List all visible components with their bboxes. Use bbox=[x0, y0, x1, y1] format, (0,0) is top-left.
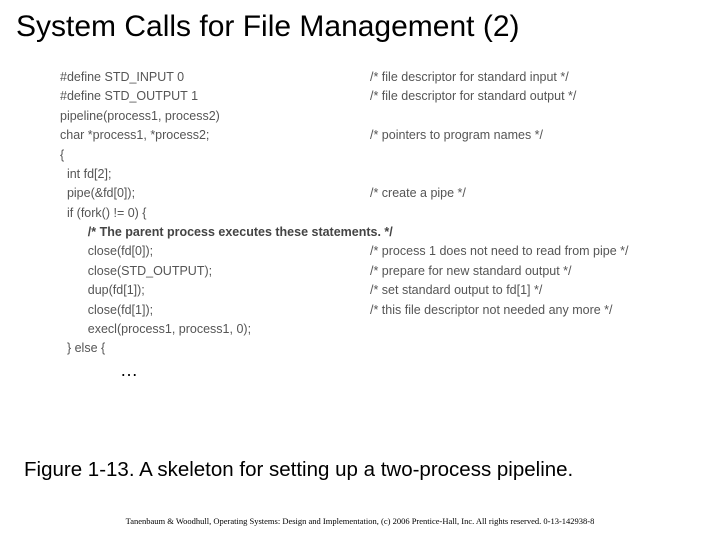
code-comment bbox=[370, 339, 680, 358]
code-text: #define STD_INPUT 0 bbox=[60, 68, 370, 87]
code-comment: /* this file descriptor not needed any m… bbox=[370, 301, 680, 320]
code-text: close(fd[1]); bbox=[60, 301, 370, 320]
code-line: dup(fd[1]);/* set standard output to fd[… bbox=[60, 281, 680, 300]
code-line: pipe(&fd[0]);/* create a pipe */ bbox=[60, 184, 680, 203]
code-text: close(fd[0]); bbox=[60, 242, 370, 261]
code-comment bbox=[370, 107, 680, 126]
code-comment bbox=[370, 204, 680, 223]
code-comment: /* create a pipe */ bbox=[370, 184, 680, 203]
ellipsis: … bbox=[60, 357, 680, 385]
code-text: pipeline(process1, process2) bbox=[60, 107, 370, 126]
code-listing: #define STD_INPUT 0/* file descriptor fo… bbox=[0, 50, 720, 385]
code-line: #define STD_OUTPUT 1/* file descriptor f… bbox=[60, 87, 680, 106]
code-line: #define STD_INPUT 0/* file descriptor fo… bbox=[60, 68, 680, 87]
code-line: execl(process1, process1, 0); bbox=[60, 320, 680, 339]
code-line: int fd[2]; bbox=[60, 165, 680, 184]
code-text: execl(process1, process1, 0); bbox=[60, 320, 370, 339]
code-line: close(STD_OUTPUT);/* prepare for new sta… bbox=[60, 262, 680, 281]
code-text: dup(fd[1]); bbox=[60, 281, 370, 300]
code-comment bbox=[370, 146, 680, 165]
code-text: /* The parent process executes these sta… bbox=[60, 223, 393, 242]
code-comment: /* file descriptor for standard input */ bbox=[370, 68, 680, 87]
code-text: #define STD_OUTPUT 1 bbox=[60, 87, 370, 106]
code-line: close(fd[1]);/* this file descriptor not… bbox=[60, 301, 680, 320]
code-comment: /* process 1 does not need to read from … bbox=[370, 242, 680, 261]
slide-title: System Calls for File Management (2) bbox=[0, 0, 720, 50]
code-text: close(STD_OUTPUT); bbox=[60, 262, 370, 281]
code-text: if (fork() != 0) { bbox=[60, 204, 370, 223]
code-text: } else { bbox=[60, 339, 370, 358]
code-comment bbox=[370, 320, 680, 339]
code-text: { bbox=[60, 146, 370, 165]
slide: System Calls for File Management (2) #de… bbox=[0, 0, 720, 540]
code-text: pipe(&fd[0]); bbox=[60, 184, 370, 203]
copyright-footer: Tanenbaum & Woodhull, Operating Systems:… bbox=[0, 516, 720, 526]
code-comment: /* file descriptor for standard output *… bbox=[370, 87, 680, 106]
code-line: { bbox=[60, 146, 680, 165]
code-line: } else { bbox=[60, 339, 680, 358]
code-line: /* The parent process executes these sta… bbox=[60, 223, 680, 242]
code-line: char *process1, *process2;/* pointers to… bbox=[60, 126, 680, 145]
code-line: if (fork() != 0) { bbox=[60, 204, 680, 223]
code-line: close(fd[0]);/* process 1 does not need … bbox=[60, 242, 680, 261]
code-comment: /* prepare for new standard output */ bbox=[370, 262, 680, 281]
code-text: char *process1, *process2; bbox=[60, 126, 370, 145]
code-comment: /* set standard output to fd[1] */ bbox=[370, 281, 680, 300]
code-line: pipeline(process1, process2) bbox=[60, 107, 680, 126]
code-comment bbox=[370, 165, 680, 184]
code-comment: /* pointers to program names */ bbox=[370, 126, 680, 145]
code-text: int fd[2]; bbox=[60, 165, 370, 184]
figure-caption: Figure 1-13. A skeleton for setting up a… bbox=[0, 458, 720, 482]
